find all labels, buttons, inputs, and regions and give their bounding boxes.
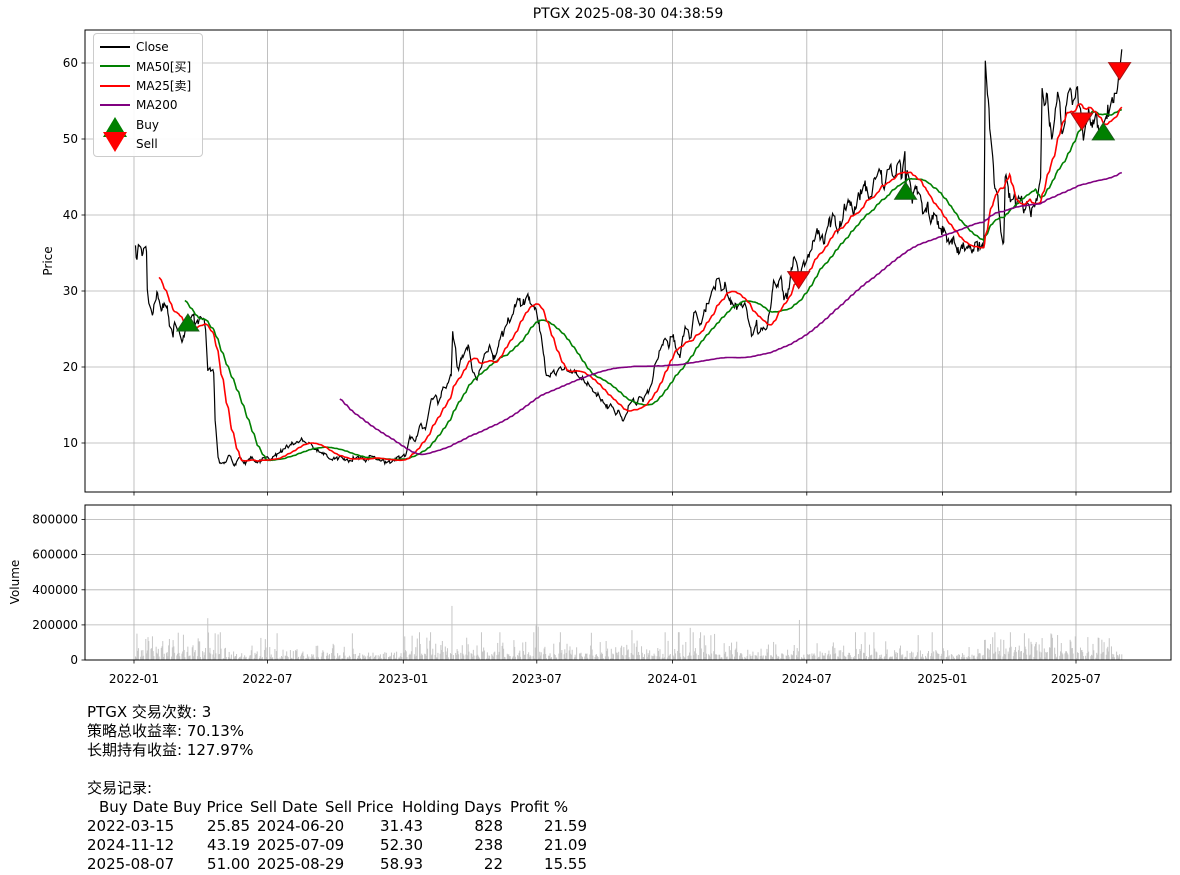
hold-return-text: 长期持有收益: 127.97%: [87, 741, 254, 760]
trade-count-text: PTGX 交易次数: 3: [87, 703, 211, 722]
x-tick-label: 2023-01: [378, 672, 428, 686]
trade-cell: 2024-06-20: [257, 817, 367, 836]
volume-tick-label: 0: [70, 653, 78, 667]
trade-cell: 31.43: [333, 817, 423, 836]
trade-cell: 51.00: [160, 855, 250, 874]
legend-label-close: Close: [136, 40, 169, 54]
price-axis-label: Price: [41, 246, 55, 275]
x-tick-label: 2022-01: [109, 672, 159, 686]
col-sell-price: Sell Price: [325, 798, 393, 817]
axes-spines: [85, 30, 1171, 660]
legend-item-ma200: MA200: [94, 96, 202, 116]
trade-cell: 21.59: [511, 817, 587, 836]
legend: Close MA50[买] MA25[卖] MA200 Buy Sell: [93, 33, 203, 157]
sell-triangle-icon: [103, 132, 127, 152]
trade-records-label: 交易记录:: [87, 779, 152, 798]
x-tick-label: 2025-01: [917, 672, 967, 686]
stock-chart-figure: PTGX 2025-08-30 04:38:59 2022-012022-072…: [0, 0, 1180, 875]
legend-label-ma50: MA50[买]: [136, 58, 191, 75]
ma50-line-swatch: [100, 65, 130, 67]
price-tick-label: 60: [63, 56, 78, 70]
x-tick-label: 2023-07: [512, 672, 562, 686]
volume-tick-label: 200000: [32, 618, 78, 632]
trade-cell: 238: [418, 836, 503, 855]
buy-marker: [895, 182, 917, 199]
price-tick-label: 20: [63, 360, 78, 374]
legend-item-ma25: MA25[卖]: [94, 76, 202, 96]
buy-marker: [1092, 123, 1114, 140]
legend-label-buy: Buy: [136, 118, 159, 132]
trade-cell: 25.85: [160, 817, 250, 836]
x-tick-label: 2022-07: [242, 672, 292, 686]
price-tick-label: 10: [63, 436, 78, 450]
ma200-line-swatch: [100, 104, 130, 106]
legend-label-sell: Sell: [136, 137, 158, 151]
price-tick-label: 50: [63, 132, 78, 146]
price-tick-label: 40: [63, 208, 78, 222]
volume-tick-label: 800000: [32, 513, 78, 527]
trade-cell: 43.19: [160, 836, 250, 855]
legend-item-close: Close: [94, 37, 202, 57]
trade-cell: 2025-07-09: [257, 836, 367, 855]
trade-cell: 52.30: [333, 836, 423, 855]
strategy-return-text: 策略总收益率: 70.13%: [87, 722, 244, 741]
legend-item-ma50: MA50[买]: [94, 57, 202, 77]
col-sell-date: Sell Date: [250, 798, 318, 817]
x-tick-label: 2024-01: [647, 672, 697, 686]
trade-cell: 22: [418, 855, 503, 874]
x-tick-label: 2025-07: [1051, 672, 1101, 686]
col-buy-price: Buy Price: [173, 798, 243, 817]
sell-marker: [1109, 63, 1131, 80]
ma25-line-swatch: [100, 85, 130, 87]
legend-label-ma200: MA200: [136, 98, 177, 112]
trade-cell: 2025-08-07: [87, 855, 197, 874]
trade-cell: 2024-11-12: [87, 836, 197, 855]
volume-axis-label: Volume: [8, 560, 22, 605]
price-tick-label: 30: [63, 284, 78, 298]
col-holding-days: Holding Days: [402, 798, 502, 817]
volume-tick-label: 400000: [32, 583, 78, 597]
legend-label-ma25: MA25[卖]: [136, 77, 191, 94]
close-line: [136, 49, 1122, 466]
trade-cell: 2025-08-29: [257, 855, 367, 874]
col-profit: Profit %: [510, 798, 568, 817]
x-tick-label: 2024-07: [782, 672, 832, 686]
sell-marker: [1071, 113, 1093, 130]
volume-bars: [135, 606, 1122, 660]
trade-cell: 21.09: [511, 836, 587, 855]
ma25-line: [159, 104, 1122, 461]
close-line-swatch: [100, 46, 130, 48]
trade-cell: 2022-03-15: [87, 817, 197, 836]
volume-tick-label: 600000: [32, 548, 78, 562]
legend-item-sell: Sell: [94, 135, 202, 155]
gridlines: [85, 30, 1171, 660]
ma50-line: [185, 110, 1122, 461]
trade-cell: 828: [418, 817, 503, 836]
col-buy-date: Buy Date: [99, 798, 168, 817]
trade-cell: 58.93: [333, 855, 423, 874]
price-series: [136, 49, 1122, 466]
trade-cell: 15.55: [511, 855, 587, 874]
